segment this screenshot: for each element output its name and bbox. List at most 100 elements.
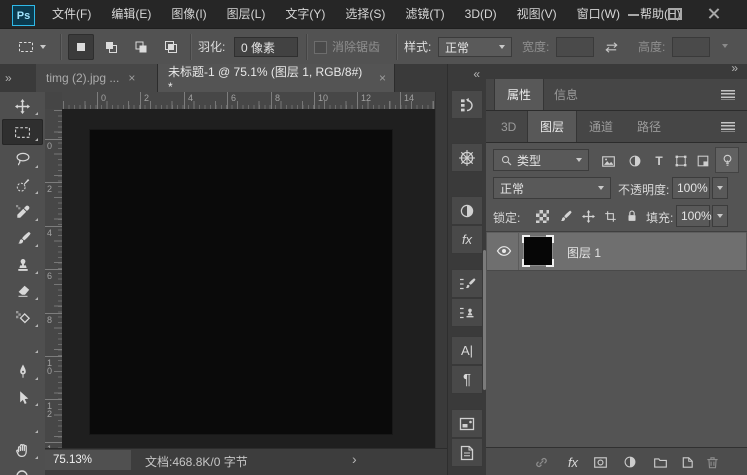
new-layer-icon[interactable]: [676, 453, 698, 471]
history-panel-icon[interactable]: [451, 90, 483, 119]
document-tab-timg[interactable]: timg (2).jpg ... ×: [36, 64, 158, 92]
menu-edit[interactable]: 编辑(E): [101, 0, 161, 28]
close-tab-icon[interactable]: ×: [379, 72, 386, 84]
vertical-ruler[interactable]: 0 2 4 6 8 10 12 14: [45, 109, 63, 448]
horizontal-ruler[interactable]: 0 2 4 6 8 10 12 14: [62, 92, 435, 110]
tab-channels[interactable]: 通道: [577, 111, 625, 142]
filter-lightbulb-toggle[interactable]: [715, 147, 739, 173]
layer-visibility-eye-icon[interactable]: [496, 243, 512, 259]
menu-type[interactable]: 文字(Y): [275, 0, 335, 28]
wheel-panel-icon[interactable]: [451, 143, 483, 172]
toolbar-collapse-icon[interactable]: »: [5, 71, 10, 85]
menu-window[interactable]: 窗口(W): [567, 0, 630, 28]
zoom-level-field[interactable]: 75.13%: [45, 450, 131, 470]
lock-artboard-icon[interactable]: [600, 207, 620, 225]
style-dropdown[interactable]: 正常: [438, 37, 512, 57]
menu-layer[interactable]: 图层(L): [217, 0, 276, 28]
add-layer-mask-icon[interactable]: [589, 453, 611, 471]
tool-eraser[interactable]: [2, 278, 43, 304]
feather-input[interactable]: 0 像素: [234, 37, 298, 57]
fill-dropdown-icon[interactable]: [712, 205, 728, 227]
tool-rounded-rectangle[interactable]: [2, 411, 43, 437]
menu-file[interactable]: 文件(F): [42, 0, 101, 28]
new-selection-mode-button[interactable]: [68, 34, 94, 60]
tool-lasso[interactable]: [2, 146, 43, 172]
add-selection-mode-button[interactable]: [98, 34, 124, 60]
tool-paint-bucket[interactable]: [2, 305, 43, 331]
delete-layer-icon[interactable]: [701, 453, 723, 471]
paragraph-panel-icon[interactable]: ¶: [451, 365, 483, 394]
tool-eyedropper[interactable]: [2, 199, 43, 225]
tool-zoom[interactable]: [2, 464, 43, 475]
minimize-icon[interactable]: [625, 6, 643, 20]
brush-presets-panel-icon[interactable]: [451, 269, 483, 298]
tab-paths[interactable]: 路径: [625, 111, 673, 142]
dock-collapse-icon[interactable]: «: [448, 64, 487, 88]
filter-adjustment-layer-icon[interactable]: [623, 150, 647, 172]
lock-pixels-icon[interactable]: [555, 207, 575, 225]
lock-all-icon[interactable]: [622, 207, 642, 225]
fill-input[interactable]: 100%: [676, 205, 710, 227]
tool-brush[interactable]: [2, 225, 43, 251]
filter-pixel-layer-icon[interactable]: [596, 150, 620, 172]
adjustments-panel-icon[interactable]: [451, 196, 483, 225]
tab-3d[interactable]: 3D: [489, 111, 528, 142]
tool-path-selection[interactable]: [2, 384, 43, 410]
document-tab-untitled[interactable]: 未标题-1 @ 75.1% (图层 1, RGB/8#) * ×: [158, 64, 395, 92]
styles-fx-panel-icon[interactable]: fx: [451, 225, 483, 254]
subtract-selection-mode-button[interactable]: [128, 34, 154, 60]
tool-type[interactable]: [2, 331, 43, 357]
tool-hand[interactable]: [2, 437, 43, 463]
layer-thumbnail[interactable]: [523, 236, 553, 266]
antialias-checkbox[interactable]: [314, 41, 327, 54]
layer-comps-panel-icon[interactable]: [451, 409, 483, 438]
tool-clone-stamp[interactable]: [2, 252, 43, 278]
tool-preset-picker[interactable]: [10, 34, 54, 60]
filter-type-layer-icon[interactable]: T: [647, 150, 671, 172]
menu-image[interactable]: 图像(I): [161, 0, 216, 28]
layer-style-fx-icon[interactable]: fx: [562, 453, 584, 471]
tab-info[interactable]: 信息: [542, 79, 590, 110]
tab-properties[interactable]: 属性: [494, 79, 544, 110]
menu-filter[interactable]: 滤镜(T): [395, 0, 454, 28]
layer-filter-type-dropdown[interactable]: 类型: [493, 149, 589, 171]
tool-quick-selection[interactable]: [2, 172, 43, 198]
intersect-selection-mode-button[interactable]: [158, 34, 184, 60]
blend-mode-dropdown[interactable]: 正常: [493, 177, 611, 199]
maximize-icon[interactable]: [665, 6, 683, 20]
tab-layers[interactable]: 图层: [527, 111, 577, 142]
width-input[interactable]: [556, 37, 594, 57]
swap-width-height-icon[interactable]: [604, 40, 619, 55]
status-options-chevron[interactable]: ›: [352, 451, 357, 467]
panel-menu-icon[interactable]: [721, 122, 735, 132]
notes-panel-icon[interactable]: [451, 438, 483, 467]
close-tab-icon[interactable]: ×: [128, 72, 135, 84]
tool-pen[interactable]: [2, 358, 43, 384]
new-group-icon[interactable]: [649, 453, 671, 471]
link-layers-icon[interactable]: [530, 453, 552, 471]
tool-move[interactable]: [2, 93, 43, 119]
panel-menu-icon[interactable]: [721, 90, 735, 100]
options-more-dropdown-icon[interactable]: [722, 44, 728, 48]
filter-shape-layer-icon[interactable]: [669, 150, 693, 172]
close-icon[interactable]: [705, 6, 723, 20]
height-input[interactable]: [672, 37, 710, 57]
lock-position-icon[interactable]: [578, 207, 598, 225]
opacity-dropdown-icon[interactable]: [712, 177, 728, 199]
ruler-origin-corner[interactable]: [45, 92, 63, 110]
photoshop-app-icon[interactable]: Ps: [12, 5, 35, 26]
layer-row[interactable]: 图层 1: [487, 232, 746, 271]
menu-view[interactable]: 视图(V): [507, 0, 567, 28]
menu-select[interactable]: 选择(S): [335, 0, 395, 28]
clone-source-panel-icon[interactable]: [451, 298, 483, 327]
panel-collapse-icon[interactable]: »: [731, 61, 737, 75]
character-panel-icon[interactable]: A|: [451, 336, 483, 365]
menu-3d[interactable]: 3D(D): [455, 0, 507, 28]
layer-name[interactable]: 图层 1: [567, 244, 601, 261]
opacity-input[interactable]: 100%: [672, 177, 710, 199]
tool-rectangular-marquee[interactable]: [2, 119, 43, 145]
new-adjustment-layer-icon[interactable]: [619, 453, 641, 471]
filter-smart-object-icon[interactable]: [691, 150, 715, 172]
document-canvas[interactable]: [90, 130, 392, 434]
lock-transparency-icon[interactable]: [532, 207, 552, 225]
